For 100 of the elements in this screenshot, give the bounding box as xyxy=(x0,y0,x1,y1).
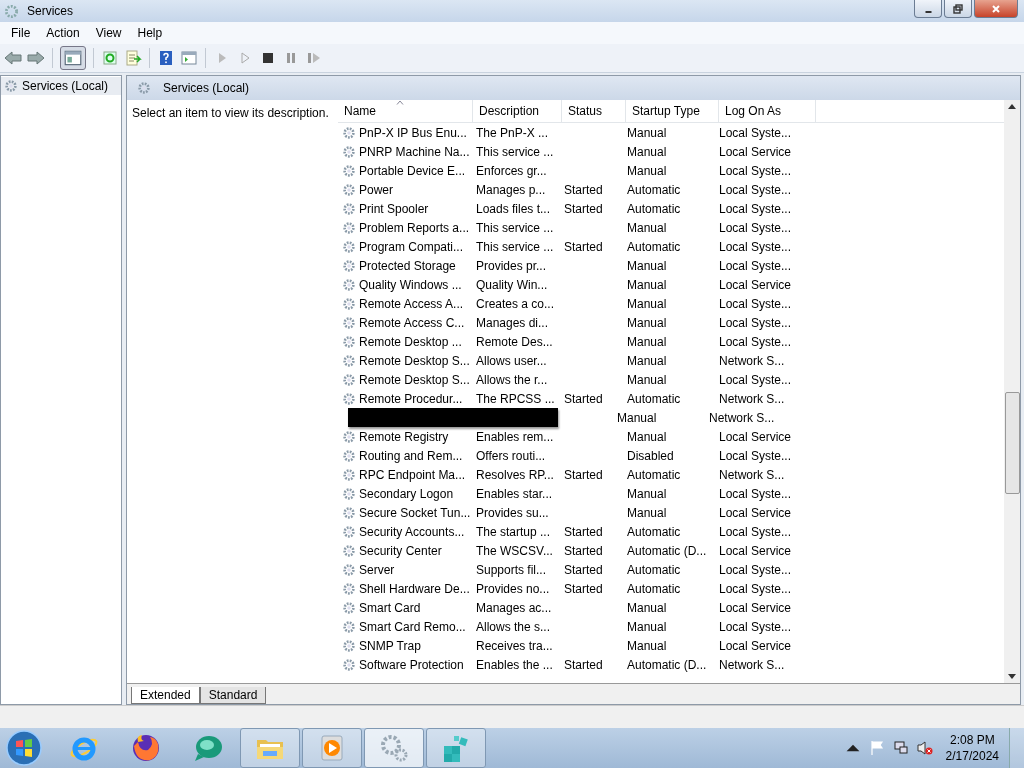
table-cell[interactable]: Remote Desktop ... xyxy=(338,334,470,349)
table-cell: Automatic xyxy=(627,239,681,254)
refresh-icon[interactable] xyxy=(101,50,119,66)
table-cell: Manual xyxy=(627,429,667,444)
clock-date[interactable]: 2/17/2024 xyxy=(945,748,999,764)
gear-icon xyxy=(342,505,356,520)
table-cell: Local Service xyxy=(719,600,792,615)
scroll-up-icon[interactable] xyxy=(1008,104,1016,109)
service-name: SNMP Trap xyxy=(359,638,421,653)
menu-item[interactable]: View xyxy=(87,26,130,40)
menu-item[interactable]: File xyxy=(3,26,39,40)
table-cell[interactable]: Program Compati... xyxy=(338,239,470,254)
gear-icon[interactable] xyxy=(364,728,424,768)
table-cell: Manual xyxy=(627,277,667,292)
gear-icon xyxy=(342,277,356,292)
scroll-down-icon[interactable] xyxy=(1008,674,1016,679)
network-icon[interactable] xyxy=(892,740,909,756)
table-cell[interactable]: PnP-X IP Bus Enu... xyxy=(338,125,470,140)
table-cell[interactable]: Routing and Rem... xyxy=(338,448,470,463)
forward-arrow-icon[interactable] xyxy=(27,50,45,66)
start-button[interactable] xyxy=(4,728,44,768)
table-cell: Network S... xyxy=(719,391,785,406)
table-cell[interactable]: Server xyxy=(338,562,470,577)
table-cell[interactable]: Smart Card xyxy=(338,600,470,615)
table-cell[interactable]: SNMP Trap xyxy=(338,638,470,653)
table-cell: Local Syste... xyxy=(719,448,792,463)
table-cell[interactable]: Secondary Logon xyxy=(338,486,470,501)
menu-item[interactable]: Action xyxy=(38,26,88,40)
table-cell: Disabled xyxy=(627,448,674,463)
tab[interactable]: Extended xyxy=(131,687,200,704)
table-cell: This service ... xyxy=(476,239,554,254)
table-cell[interactable]: Secure Socket Tun... xyxy=(338,505,470,520)
tab[interactable]: Standard xyxy=(199,687,267,704)
table-cell: Automatic xyxy=(627,562,681,577)
table-cell[interactable]: Shell Hardware De... xyxy=(338,581,470,596)
show-desktop-button[interactable] xyxy=(1009,728,1024,768)
minimize-icon xyxy=(924,10,932,13)
table-cell: Local Syste... xyxy=(719,334,792,349)
table-cell[interactable]: RPC Endpoint Ma... xyxy=(338,467,470,482)
back-arrow-icon[interactable] xyxy=(4,50,22,66)
cubes-icon[interactable] xyxy=(426,728,486,768)
column-header[interactable]: Status xyxy=(562,100,626,122)
table-cell[interactable]: Remote Desktop S... xyxy=(338,353,470,368)
export-list-icon[interactable] xyxy=(124,50,142,66)
table-cell: The RPCSS ... xyxy=(476,391,555,406)
scrollbar[interactable] xyxy=(1004,100,1020,683)
menu-item[interactable]: Help xyxy=(129,26,171,40)
media-player-icon[interactable] xyxy=(302,728,362,768)
table-cell[interactable]: Smart Card Remo... xyxy=(338,619,470,634)
table-cell: Local Syste... xyxy=(719,524,792,539)
gear-icon xyxy=(342,144,356,159)
tree-item[interactable]: Services (Local) xyxy=(1,77,121,95)
table-cell[interactable]: Quality Windows ... xyxy=(338,277,470,292)
column-header[interactable]: Log On As xyxy=(719,100,816,122)
table-cell: Local Syste... xyxy=(719,125,792,140)
table-cell[interactable]: Portable Device E... xyxy=(338,163,470,178)
close-button[interactable] xyxy=(974,0,1018,18)
scroll-thumb[interactable] xyxy=(1004,392,1020,494)
restore-button[interactable] xyxy=(944,0,972,18)
column-header[interactable]: Startup Type xyxy=(626,100,719,122)
table-cell[interactable]: Remote Procedur... xyxy=(338,391,470,406)
table-cell: Started xyxy=(564,391,603,406)
service-name: PNRP Machine Na... xyxy=(359,144,470,159)
clock-time[interactable]: 2:08 PM xyxy=(949,732,995,748)
table-cell[interactable]: Remote Access A... xyxy=(338,296,470,311)
table-cell[interactable]: Print Spooler xyxy=(338,201,470,216)
table-cell: Started xyxy=(564,182,603,197)
table-cell[interactable]: Remote Desktop S... xyxy=(338,372,470,387)
gear-icon xyxy=(342,429,356,444)
service-name: Problem Reports a... xyxy=(359,220,470,235)
table-cell[interactable]: Problem Reports a... xyxy=(338,220,470,235)
service-name: Security Center xyxy=(359,543,442,558)
table-cell[interactable]: Remote Access C... xyxy=(338,315,470,330)
flag-icon[interactable] xyxy=(868,740,885,756)
table-cell[interactable]: Remote Registry xyxy=(338,429,470,444)
table-cell: Local Syste... xyxy=(719,296,792,311)
gear-icon xyxy=(342,163,356,178)
service-name: Protected Storage xyxy=(359,258,456,273)
table-cell[interactable]: Power xyxy=(338,182,470,197)
table-cell[interactable]: PNRP Machine Na... xyxy=(338,144,470,159)
muted-speaker-icon[interactable] xyxy=(916,740,933,756)
column-header[interactable]: Name xyxy=(338,100,473,122)
service-name: Remote Access A... xyxy=(359,296,464,311)
gear-icon xyxy=(342,581,356,596)
table-cell: This service ... xyxy=(476,144,554,159)
console-tree-icon[interactable] xyxy=(60,46,86,70)
service-name: Remote Desktop ... xyxy=(359,334,462,349)
folder-icon[interactable] xyxy=(240,728,300,768)
table-cell: Automatic xyxy=(627,467,681,482)
minimize-button[interactable] xyxy=(914,0,942,18)
table-cell[interactable]: Software Protection xyxy=(338,657,470,672)
help-icon[interactable] xyxy=(157,50,175,66)
table-cell[interactable]: Protected Storage xyxy=(338,258,470,273)
table-cell[interactable]: Security Accounts... xyxy=(338,524,470,539)
properties-icon[interactable] xyxy=(180,50,198,66)
table-cell: Started xyxy=(564,657,603,672)
column-header[interactable]: Description xyxy=(473,100,562,122)
table-cell[interactable]: Security Center xyxy=(338,543,470,558)
table-cell: The WSCSV... xyxy=(476,543,553,558)
table-cell: Local Syste... xyxy=(719,486,792,501)
